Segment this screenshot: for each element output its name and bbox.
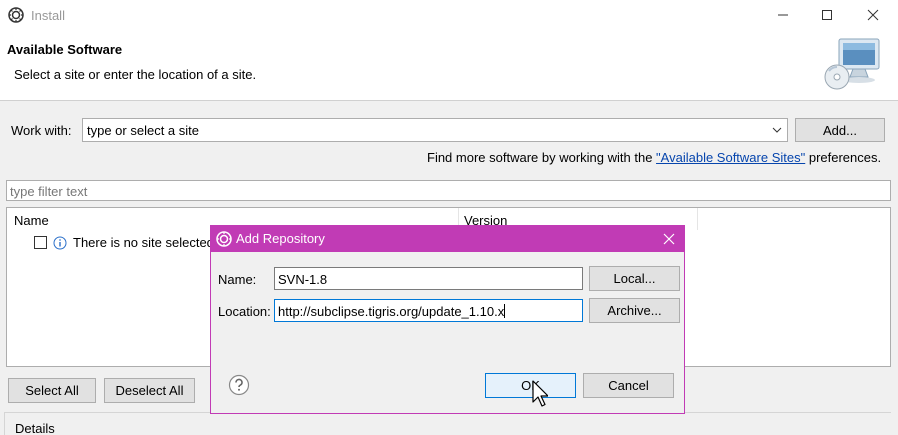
- available-software-sites-link[interactable]: "Available Software Sites": [656, 150, 805, 165]
- eclipse-icon: [216, 231, 232, 247]
- details-label: Details: [15, 421, 55, 435]
- dialog-title-bar: Add Repository: [211, 226, 684, 252]
- dropdown-icon: [772, 127, 782, 133]
- wizard-header: Available Software Select a site or ente…: [0, 30, 898, 101]
- page-subtitle: Select a site or enter the location of a…: [14, 67, 257, 82]
- select-all-button[interactable]: Select All: [8, 378, 96, 403]
- text-caret: [504, 304, 506, 318]
- close-button[interactable]: [850, 0, 896, 30]
- filter-input[interactable]: type filter text: [6, 180, 891, 201]
- name-input-value: SVN-1.8: [278, 272, 328, 287]
- close-icon: [663, 233, 675, 245]
- site-combo-value: type or select a site: [87, 123, 199, 138]
- add-site-button[interactable]: Add...: [795, 118, 885, 142]
- ok-button[interactable]: OK: [485, 373, 576, 398]
- location-label: Location:: [218, 304, 271, 319]
- title-bar: Install: [0, 0, 898, 30]
- minimize-button[interactable]: [760, 0, 806, 30]
- column-divider: [697, 208, 698, 230]
- add-repository-dialog: Add Repository Name: SVN-1.8 Local... Lo…: [210, 225, 685, 414]
- eclipse-icon: [8, 7, 24, 23]
- filter-placeholder: type filter text: [10, 184, 88, 199]
- help-icon[interactable]: [228, 374, 250, 396]
- cancel-button[interactable]: Cancel: [583, 373, 674, 398]
- location-input[interactable]: http://subclipse.tigris.org/update_1.10.…: [274, 299, 583, 322]
- tree-row-label: There is no site selected: [73, 235, 214, 250]
- dialog-close-button[interactable]: [659, 229, 679, 249]
- column-header-name[interactable]: Name: [14, 213, 49, 228]
- maximize-button[interactable]: [804, 0, 850, 30]
- site-combo[interactable]: type or select a site: [82, 118, 788, 142]
- find-more-text: Find more software by working with the "…: [427, 150, 881, 165]
- install-banner-icon: [824, 38, 880, 90]
- location-input-value: http://subclipse.tigris.org/update_1.10.…: [278, 304, 505, 319]
- location-input-wrap: http://subclipse.tigris.org/update_1.10.…: [278, 304, 506, 319]
- info-icon: [53, 236, 67, 249]
- find-more-prefix: Find more software by working with the: [427, 150, 657, 165]
- work-with-label: Work with:: [11, 123, 72, 138]
- minimize-icon: [778, 14, 788, 16]
- tree-row[interactable]: There is no site selected: [34, 235, 214, 250]
- details-group: Details: [4, 412, 891, 435]
- close-icon: [867, 9, 879, 21]
- find-more-suffix: preferences.: [805, 150, 882, 165]
- maximize-icon: [822, 10, 832, 20]
- archive-button[interactable]: Archive...: [589, 298, 680, 323]
- name-input[interactable]: SVN-1.8: [274, 267, 583, 290]
- row-checkbox[interactable]: [34, 236, 47, 249]
- local-button[interactable]: Local...: [589, 266, 680, 291]
- name-label: Name:: [218, 272, 257, 287]
- page-title: Available Software: [7, 42, 123, 57]
- deselect-all-button[interactable]: Deselect All: [104, 378, 195, 403]
- window-title: Install: [31, 8, 65, 23]
- dialog-title: Add Repository: [236, 231, 325, 246]
